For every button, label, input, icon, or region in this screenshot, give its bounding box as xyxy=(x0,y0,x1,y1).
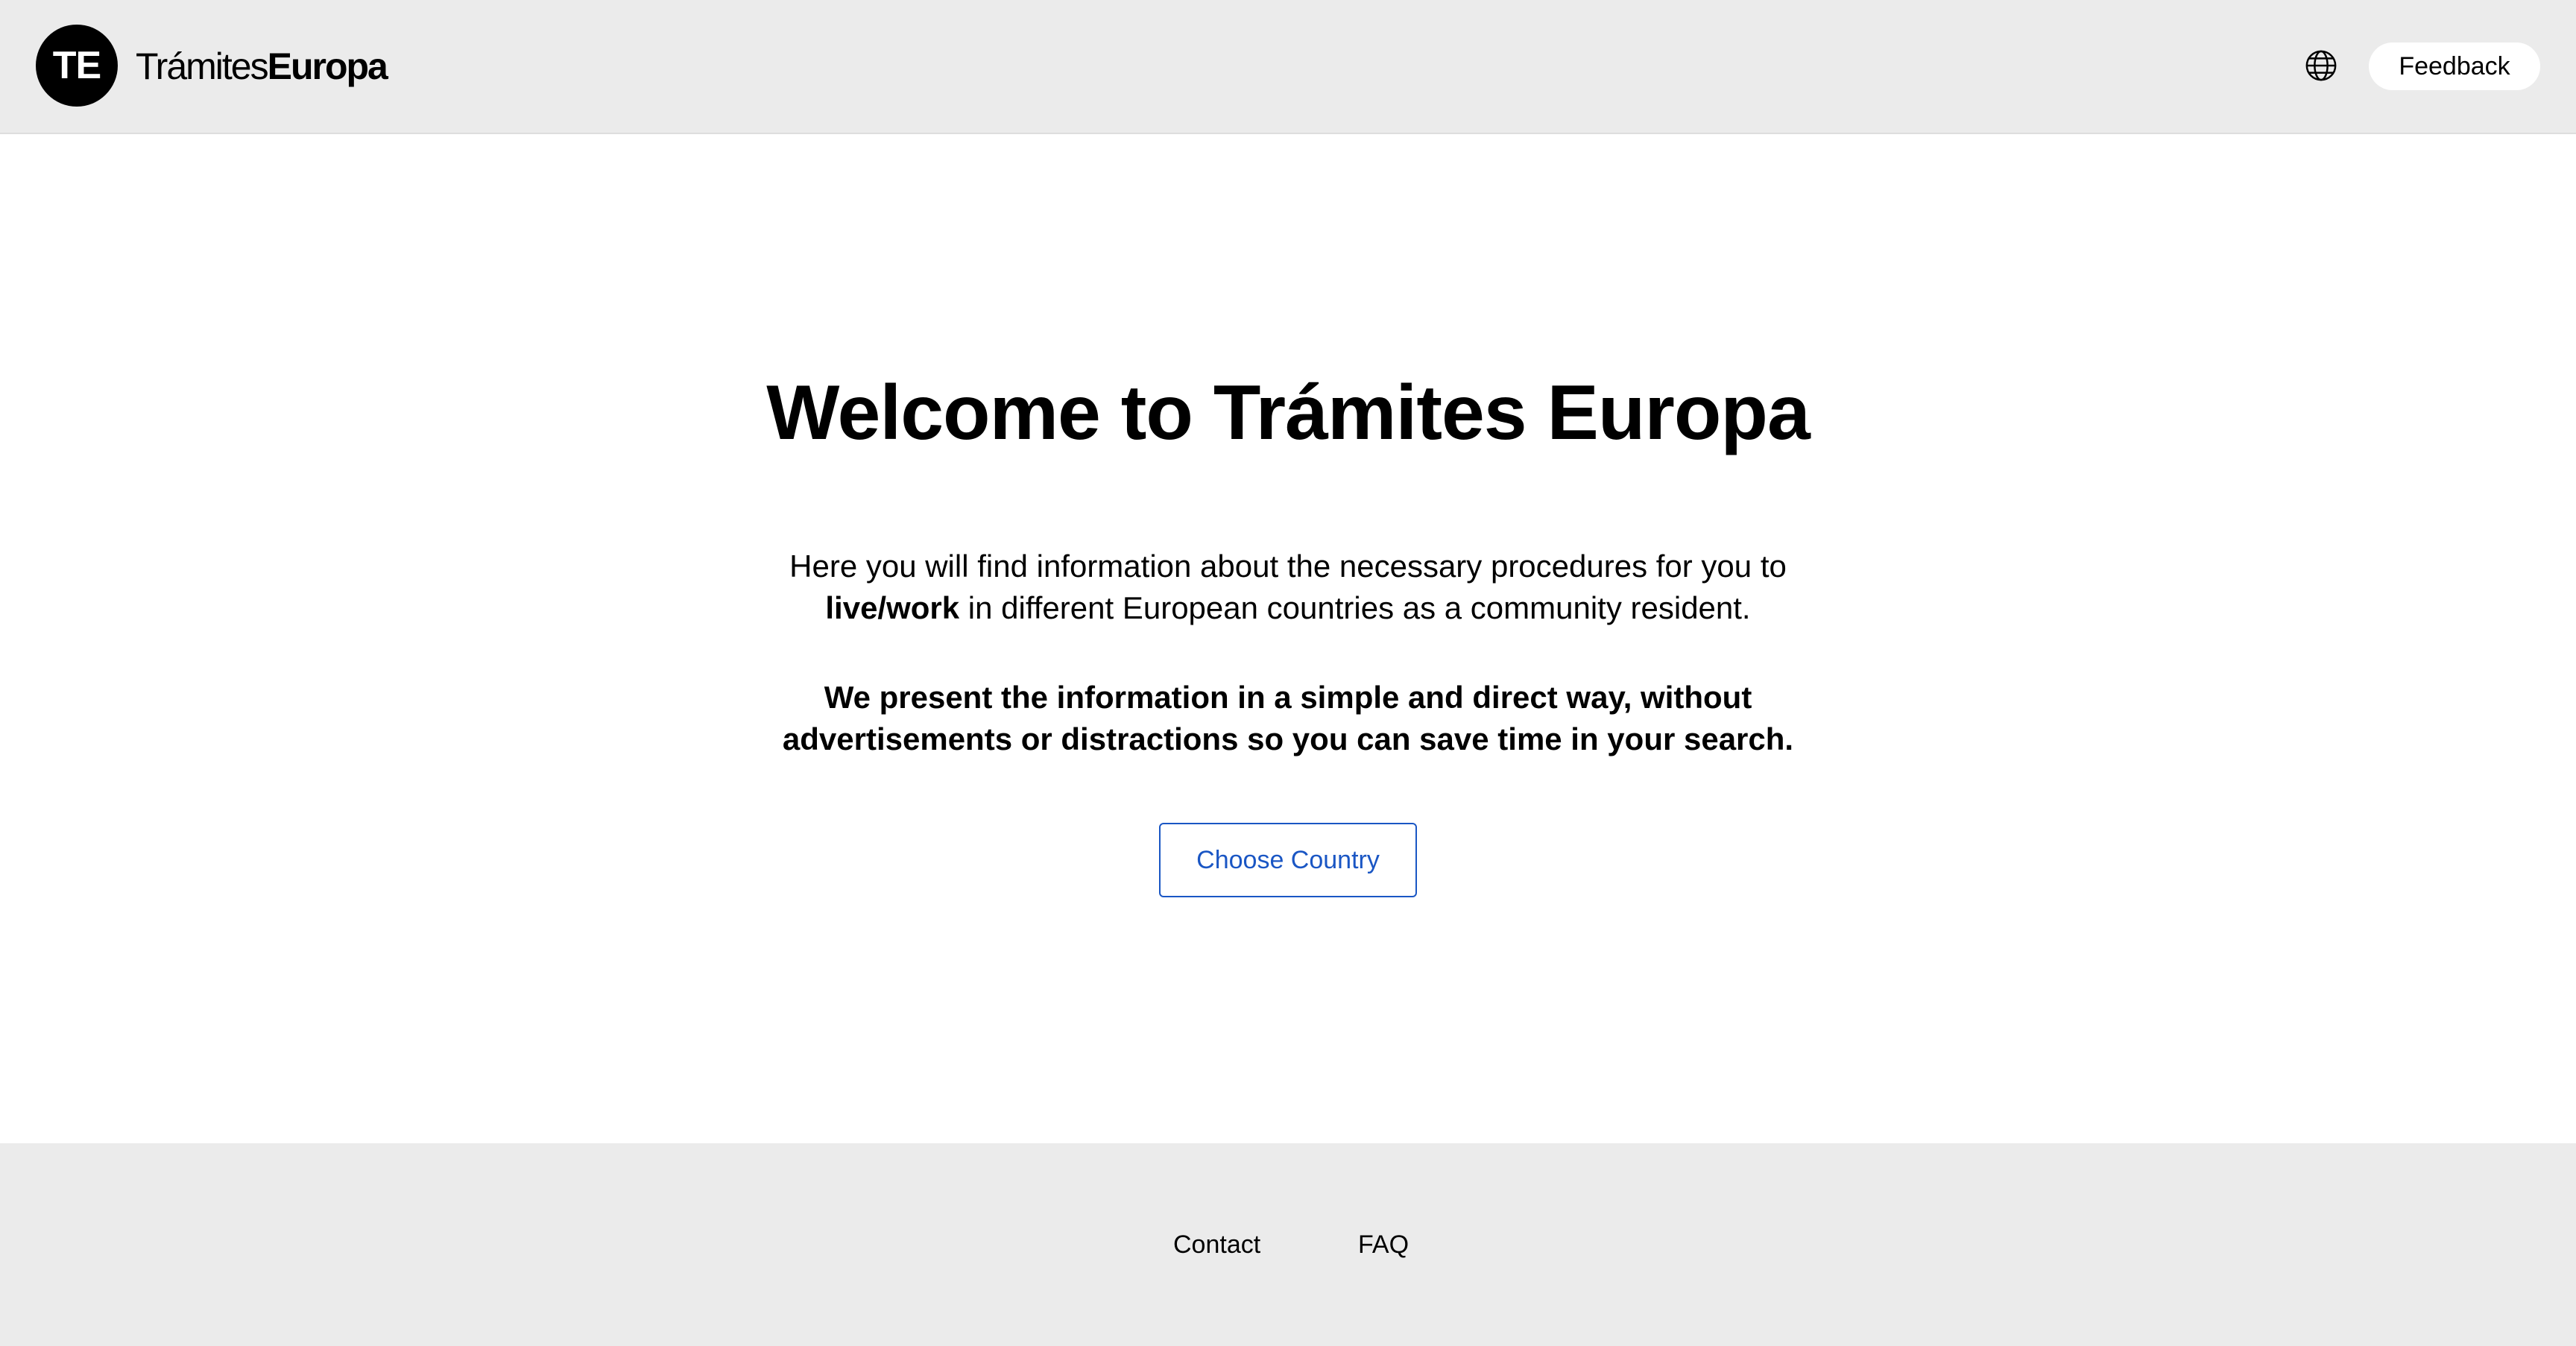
footer-link-contact[interactable]: Contact xyxy=(1173,1228,1260,1261)
main-content: Welcome to Trámites Europa Here you will… xyxy=(0,136,2576,1143)
site-footer: Contact FAQ xyxy=(0,1143,2576,1346)
intro-text-part2: in different European countries as a com… xyxy=(959,590,1751,625)
globe-icon xyxy=(2305,50,2337,81)
footer-link-faq[interactable]: FAQ xyxy=(1358,1228,1409,1261)
logo-badge[interactable]: TE xyxy=(36,25,118,107)
brand-name-light: Trámites xyxy=(136,45,269,87)
language-button[interactable] xyxy=(2302,46,2340,85)
brand-name[interactable]: TrámitesEuropa xyxy=(136,40,388,92)
intro-text-bold: live/work xyxy=(825,590,960,625)
page-title: Welcome to Trámites Europa xyxy=(766,370,1811,456)
intro-text: Here you will find information about the… xyxy=(766,546,1810,629)
feedback-button[interactable]: Feedback xyxy=(2369,42,2540,90)
highlight-text: We present the information in a simple a… xyxy=(782,680,1794,756)
choose-country-button[interactable]: Choose Country xyxy=(1159,823,1417,897)
intro-text-part1: Here you will find information about the… xyxy=(789,549,1787,584)
logo-initials: TE xyxy=(52,44,101,87)
site-header: TE TrámitesEuropa Feedback xyxy=(0,0,2576,134)
brand-name-bold: Europa xyxy=(267,45,388,87)
